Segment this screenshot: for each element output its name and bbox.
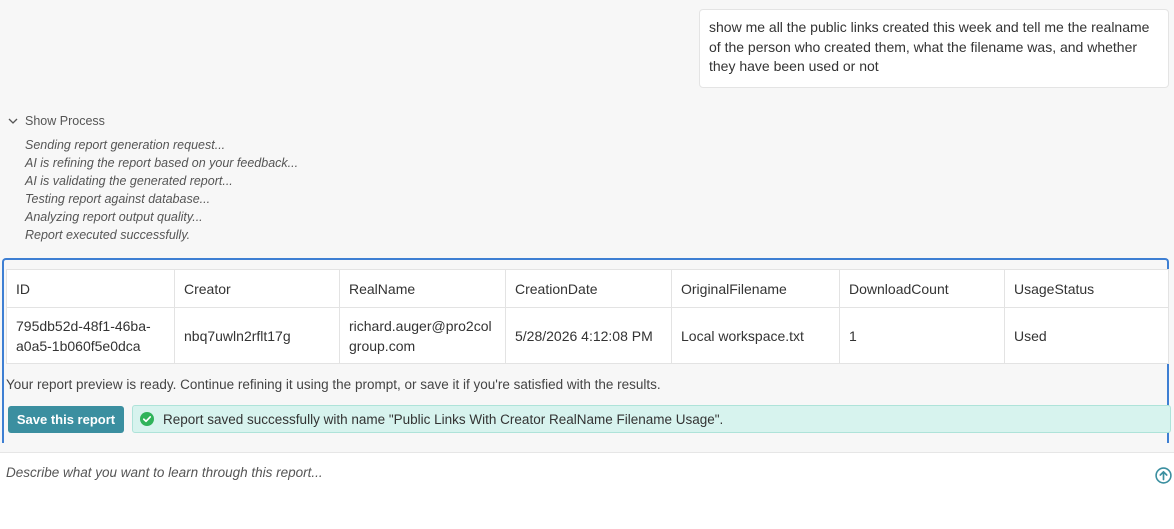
cell-realname: richard.auger@pro2col group.com [339, 307, 506, 364]
check-circle-icon [140, 412, 154, 426]
cell-id-line: a0a5-1b060f5e0dca [16, 337, 141, 354]
column-header-usagestatus: UsageStatus [1004, 269, 1169, 308]
cell-creator: nbq7uwln2rflt17g [174, 307, 340, 364]
table-header-row: ID Creator RealName CreationDate Origina… [6, 269, 1169, 308]
process-step: Sending report generation request... [25, 138, 226, 152]
show-process-label: Show Process [25, 114, 105, 128]
column-header-creator: Creator [174, 269, 340, 308]
prompt-input[interactable] [6, 461, 1156, 483]
cell-usagestatus: Used [1004, 307, 1169, 364]
cell-realname-line: group.com [349, 337, 416, 354]
column-header-realname: RealName [339, 269, 506, 308]
cell-realname-line: richard.auger@pro2col [349, 317, 492, 334]
column-header-id: ID [6, 269, 175, 308]
report-panel: ID Creator RealName CreationDate Origina… [2, 258, 1171, 443]
save-report-button[interactable]: Save this report [8, 406, 124, 433]
user-message-text: show me all the public links created thi… [709, 19, 1150, 74]
report-table: ID Creator RealName CreationDate Origina… [6, 269, 1169, 364]
cell-id-line: 795db52d-48f1-46ba- [16, 317, 151, 334]
process-steps: Sending report generation request... AI … [25, 136, 298, 244]
cell-id: 795db52d-48f1-46ba- a0a5-1b060f5e0dca [6, 307, 175, 364]
prompt-area [0, 452, 1174, 529]
cell-creationdate: 5/28/2026 4:12:08 PM [505, 307, 672, 364]
show-process-toggle[interactable]: Show Process [7, 114, 105, 128]
preview-note: Your report preview is ready. Continue r… [6, 377, 661, 392]
cell-originalfilename: Local workspace.txt [671, 307, 840, 364]
user-message-bubble: show me all the public links created thi… [699, 9, 1169, 88]
success-message: Report saved successfully with name "Pub… [163, 411, 724, 427]
process-step: AI is refining the report based on your … [25, 156, 299, 170]
cell-downloadcount: 1 [839, 307, 1005, 364]
column-header-downloadcount: DownloadCount [839, 269, 1005, 308]
process-step: Report executed successfully. [25, 228, 191, 242]
column-header-originalfilename: OriginalFilename [671, 269, 840, 308]
process-step: Analyzing report output quality... [25, 210, 203, 224]
column-header-creationdate: CreationDate [505, 269, 672, 308]
success-alert: Report saved successfully with name "Pub… [132, 405, 1171, 433]
process-step: AI is validating the generated report... [25, 174, 233, 188]
process-step: Testing report against database... [25, 192, 211, 206]
arrow-up-circle-icon[interactable] [1155, 467, 1172, 484]
table-row: 795db52d-48f1-46ba- a0a5-1b060f5e0dca nb… [6, 307, 1169, 364]
chevron-down-icon [8, 118, 18, 124]
